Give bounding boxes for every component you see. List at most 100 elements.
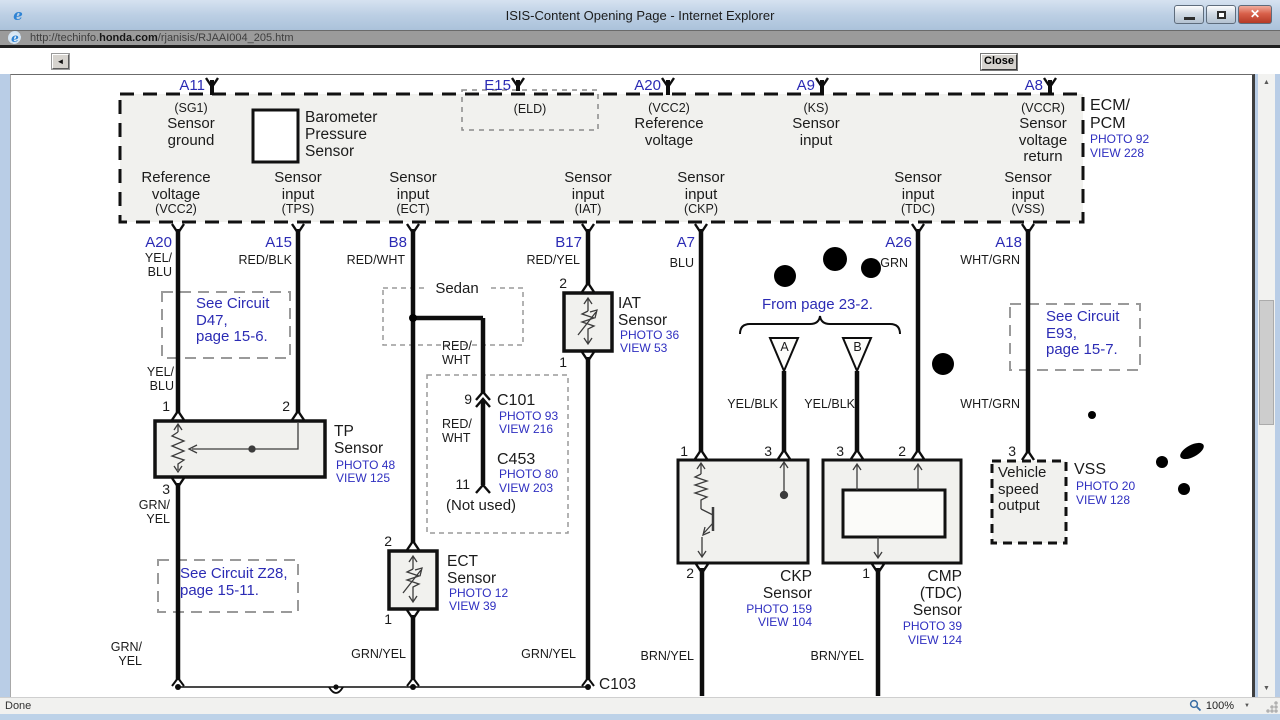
tp-pin1: 1 [162,398,170,414]
wire-color-yel-blk-a: YEL/BLK [727,397,778,411]
triangle-a-letter: A [780,340,789,354]
vss-photo-link[interactable]: PHOTO 20 [1076,479,1140,493]
vss-view-link[interactable]: VIEW 128 [1076,493,1140,507]
bottom-sub-vcc2: (VCC2) [155,202,197,216]
c101-view-link[interactable]: VIEW 216 [499,422,563,436]
cmp-pin1: 1 [862,565,870,581]
cmp-pin3: 3 [836,443,844,459]
sensor-voltage-return-label: Sensor voltage return [1018,115,1068,165]
not-used-label: (Not used) [446,497,517,514]
pin-b17-label[interactable]: B17 [540,234,582,252]
pin-a9-label[interactable]: A9 [773,77,815,95]
ks-sub: (KS) [803,101,829,115]
ect-view-link[interactable]: VIEW 39 [449,599,509,613]
tp-view-link[interactable]: VIEW 125 [336,471,400,485]
c453-pin11: 11 [455,476,470,492]
wire-color-blu: BLU [669,256,694,270]
vss-name: VSS [1074,461,1107,478]
bottom-label-iat: Sensor input [564,169,612,203]
iat-pin2: 2 [559,275,567,291]
ecm-pcm-name: ECM/ PCM [1090,97,1130,132]
wire-color-red-wht-branch-1: RED/ WHT [442,339,472,367]
iat-sensor-name: IAT Sensor [618,295,668,330]
wire-color-brn-yel-cmp: BRN/YEL [810,649,865,663]
pin-a20-top-label[interactable]: A20 [619,77,661,95]
pin-a7-label[interactable]: A7 [653,234,695,252]
pin-a26-label[interactable]: A26 [870,234,912,252]
ecm-bottom-pin-symbols [171,223,1035,234]
wire-color-grn-yel-1: GRN/ YEL [138,498,170,526]
zoom-caret-icon: ▼ [1244,702,1250,709]
wire-color-brn-yel-ckp: BRN/YEL [640,649,695,663]
window-bottom-border [0,714,1280,720]
note-e93[interactable]: See Circuit E93, page 15-7. [1046,308,1142,359]
iat-view-link[interactable]: VIEW 53 [620,341,680,355]
zoom-control[interactable]: 100% ▼ [1189,699,1250,712]
note-d47[interactable]: See Circuit D47, page 15-6. [196,295,292,346]
bottom-label-tps: Sensor input [274,169,322,203]
c453-pin11-chevron [475,483,491,494]
bottom-bus-line [171,677,595,694]
bottom-label-vcc2: Reference voltage [141,169,211,203]
tp-pin3: 3 [162,481,170,497]
ecm-view-link[interactable]: VIEW 228 [1090,146,1160,160]
cmp-inner-box [841,488,947,539]
pin-a11-label[interactable]: A11 [163,77,205,95]
ckp-view-link[interactable]: VIEW 104 [744,615,812,629]
wire-color-grn-yel-2: GRN/ YEL [110,640,142,668]
note-z28[interactable]: See Circuit Z28, page 15-11. [180,565,298,599]
bottom-sub-tdc: (TDC) [900,202,935,216]
ecm-photo-link[interactable]: PHOTO 92 [1090,132,1160,146]
barometer-box [251,108,300,164]
ckp-pin1: 1 [680,443,688,459]
scroll-up-button[interactable]: ▲ [1258,74,1275,91]
pin-a8-label[interactable]: A8 [1001,77,1043,95]
cmp-view-link[interactable]: VIEW 124 [894,633,962,647]
scroll-down-button[interactable]: ▼ [1258,680,1275,697]
wire-color-red-wht: RED/WHT [346,253,405,267]
ect-pin2: 2 [384,533,392,549]
browser-window: e ISIS-Content Opening Page - Internet E… [0,0,1280,720]
wire-color-wht-grn-1: WHT/GRN [960,253,1020,267]
vertical-scrollbar[interactable]: ▲ ▼ [1258,74,1275,697]
cmp-sensor-name: CMP (TDC) Sensor [912,568,962,620]
iat-pin1: 1 [559,354,567,370]
triangle-b-letter: B [853,340,862,354]
resize-grip[interactable] [1266,701,1278,713]
c101-pin9: 9 [464,391,472,407]
ckp-pin3: 3 [764,443,772,459]
cmp-photo-link[interactable]: PHOTO 39 [894,619,962,633]
pin-e15-label[interactable]: E15 [469,77,511,95]
wire-color-grn-yel-iat: GRN/YEL [521,647,576,661]
status-bar: Done 100% ▼ [0,697,1280,714]
pin-a15-label[interactable]: A15 [250,234,292,252]
c101-id: C101 [497,392,536,409]
wire-color-wht-grn-2: WHT/GRN [960,397,1020,411]
wire-color-red-wht-branch-2: RED/ WHT [442,417,472,445]
ks-sensor-input-label: Sensor input [792,115,840,149]
bottom-label-ect: Sensor input [389,169,437,203]
scrollbar-thumb[interactable] [1259,300,1274,425]
bottom-label-ckp: Sensor input [677,169,725,203]
wire-color-grn-yel-ect: GRN/YEL [351,647,406,661]
ect-pin1: 1 [384,611,392,627]
tp-pin2: 2 [282,398,290,414]
wire-color-yel-blu-2: YEL/ BLU [146,365,174,393]
ckp-pin2: 2 [686,565,694,581]
bottom-sub-vss: (VSS) [1011,202,1045,216]
magnifier-icon [1189,699,1202,712]
bottom-sub-ect: (ECT) [396,202,430,216]
vcc2-top-sub: (VCC2) [648,101,690,115]
wire-color-yel-blk-b: YEL/BLK [804,397,855,411]
pin-b8-label[interactable]: B8 [365,234,407,252]
pin-a20-label[interactable]: A20 [130,234,172,252]
pin-a18-label[interactable]: A18 [980,234,1022,252]
zoom-level: 100% [1205,699,1235,712]
c453-photo-link[interactable]: PHOTO 80 [499,467,563,481]
ect-sensor-name: ECT Sensor [447,553,497,588]
ckp-sensor-name: CKP Sensor [762,568,812,603]
tp-sensor-name: TP Sensor [334,423,384,458]
from-page-note[interactable]: From page 23-2. [762,296,890,314]
wire-color-yel-blu-1: YEL/ BLU [144,251,172,279]
c453-view-link[interactable]: VIEW 203 [499,481,563,495]
